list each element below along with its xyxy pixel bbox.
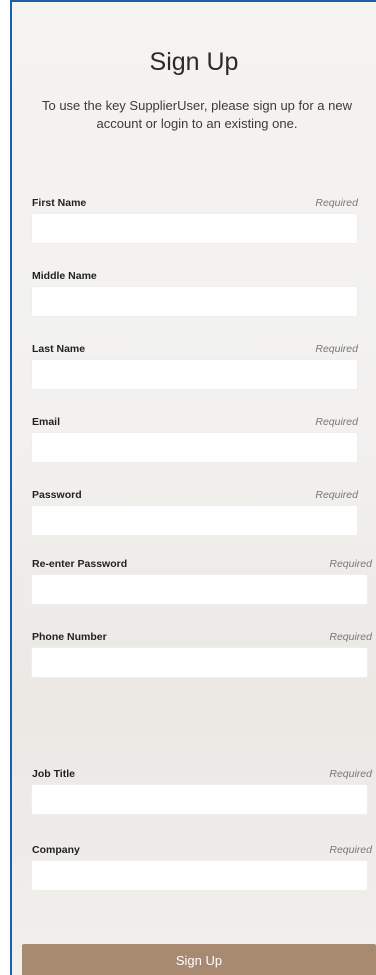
phone-number-field[interactable] — [32, 648, 367, 677]
first-name-label: First Name — [32, 197, 87, 209]
company-field[interactable] — [32, 861, 367, 890]
phone-number-label: Phone Number — [32, 631, 107, 643]
job-title-required: Required — [329, 768, 372, 780]
signup-instructions: To use the key SupplierUser, please sign… — [41, 98, 352, 131]
job-title-field[interactable] — [32, 785, 367, 814]
job-title-label: Job Title — [32, 768, 75, 780]
last-name-required: Required — [315, 343, 358, 355]
email-field[interactable] — [32, 433, 357, 462]
company-required: Required — [329, 844, 372, 856]
reenter-password-field[interactable] — [32, 575, 367, 604]
company-label: Company — [32, 844, 80, 856]
phone-number-required: Required — [329, 631, 372, 643]
last-name-field[interactable] — [32, 360, 357, 389]
reenter-password-required: Required — [329, 558, 372, 570]
middle-name-label: Middle Name — [32, 270, 97, 282]
first-name-required: Required — [315, 197, 358, 209]
page-title: Sign Up — [149, 48, 239, 76]
last-name-label: Last Name — [32, 343, 86, 355]
reenter-password-label: Re-enter Password — [32, 558, 128, 570]
password-required: Required — [315, 489, 358, 501]
signup-panel: Sign Up To use the key SupplierUser, ple… — [10, 0, 376, 975]
email-label: Email — [32, 416, 61, 428]
email-required: Required — [315, 416, 358, 428]
sign-up-button[interactable]: Sign Up — [22, 944, 376, 975]
first-name-field[interactable] — [32, 214, 357, 243]
password-field[interactable] — [32, 506, 357, 535]
password-label: Password — [32, 489, 82, 501]
middle-name-field[interactable] — [32, 287, 357, 316]
